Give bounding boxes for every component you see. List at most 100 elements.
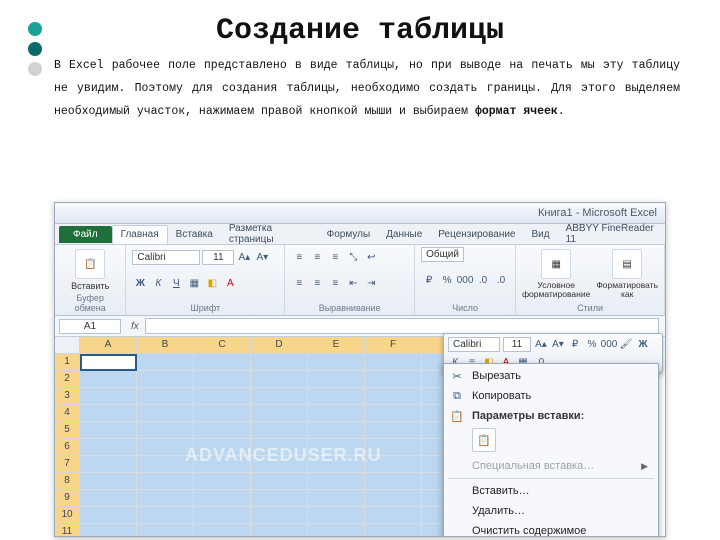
cell[interactable] — [308, 490, 365, 507]
cell[interactable] — [137, 354, 194, 371]
cell[interactable] — [308, 354, 365, 371]
name-box[interactable]: A1 — [59, 319, 121, 334]
cell[interactable] — [365, 507, 422, 524]
grow-font-icon[interactable]: A▴ — [236, 249, 252, 265]
cell[interactable] — [251, 473, 308, 490]
align-top-icon[interactable]: ≡ — [291, 249, 307, 265]
row-header[interactable]: 2 — [55, 371, 80, 388]
fontcolor-icon[interactable]: A — [222, 275, 238, 291]
cell[interactable] — [308, 388, 365, 405]
mini-bold-icon[interactable]: Ж — [636, 338, 650, 352]
mini-currency-icon[interactable]: ₽ — [568, 338, 582, 352]
col-E[interactable]: E — [308, 337, 365, 354]
align-bot-icon[interactable]: ≡ — [327, 249, 343, 265]
cell[interactable] — [80, 456, 137, 473]
align-left-icon[interactable]: ≡ — [291, 275, 307, 291]
cell[interactable] — [365, 354, 422, 371]
number-format-select[interactable]: Общий — [421, 247, 464, 262]
cell[interactable] — [194, 371, 251, 388]
cell[interactable] — [194, 473, 251, 490]
tab-home[interactable]: Главная — [112, 225, 168, 244]
mini-font-name[interactable]: Calibri — [448, 337, 500, 352]
cell[interactable] — [194, 507, 251, 524]
font-name-select[interactable]: Calibri — [132, 250, 200, 265]
cell[interactable] — [308, 405, 365, 422]
cell[interactable] — [365, 473, 422, 490]
wrap-icon[interactable]: ↩ — [363, 249, 379, 265]
cell[interactable] — [137, 439, 194, 456]
cell[interactable] — [137, 371, 194, 388]
underline-icon[interactable]: Ч — [168, 275, 184, 291]
cell[interactable] — [137, 456, 194, 473]
indent-inc-icon[interactable]: ⇥ — [363, 275, 379, 291]
cell[interactable] — [80, 524, 137, 537]
cell[interactable] — [308, 524, 365, 537]
align-center-icon[interactable]: ≡ — [309, 275, 325, 291]
cell[interactable] — [80, 473, 137, 490]
cell[interactable] — [365, 490, 422, 507]
currency-icon[interactable]: ₽ — [421, 273, 437, 289]
row-header[interactable]: 11 — [55, 524, 80, 537]
cell[interactable] — [137, 388, 194, 405]
formula-input[interactable] — [145, 318, 659, 334]
tab-formulas[interactable]: Формулы — [319, 226, 379, 243]
col-A[interactable]: A — [80, 337, 137, 354]
cell[interactable] — [194, 354, 251, 371]
cell[interactable] — [308, 507, 365, 524]
row-header[interactable]: 6 — [55, 439, 80, 456]
cell[interactable] — [251, 354, 308, 371]
cell[interactable] — [80, 422, 137, 439]
cell[interactable] — [194, 439, 251, 456]
cell[interactable] — [308, 456, 365, 473]
paste-icon[interactable]: 📋 — [75, 249, 105, 279]
cell[interactable] — [137, 507, 194, 524]
italic-icon[interactable]: К — [150, 275, 166, 291]
cell[interactable] — [137, 524, 194, 537]
ctx-cut[interactable]: Вырезать — [444, 366, 658, 386]
cell[interactable] — [251, 524, 308, 537]
paste-opt-1[interactable]: 📋 — [472, 428, 496, 452]
orientation-icon[interactable]: ⤡ — [345, 249, 361, 265]
cell[interactable] — [137, 473, 194, 490]
cell[interactable] — [137, 405, 194, 422]
row-header[interactable]: 8 — [55, 473, 80, 490]
col-D[interactable]: D — [251, 337, 308, 354]
format-table-icon[interactable]: ▤ — [612, 249, 642, 279]
cell[interactable] — [194, 405, 251, 422]
cell[interactable] — [365, 405, 422, 422]
cell[interactable] — [137, 422, 194, 439]
cell[interactable] — [365, 388, 422, 405]
tab-data[interactable]: Данные — [378, 226, 430, 243]
cell[interactable] — [80, 388, 137, 405]
cell[interactable] — [365, 456, 422, 473]
ctx-copy[interactable]: Копировать — [444, 386, 658, 406]
cell[interactable] — [194, 456, 251, 473]
row-header[interactable]: 7 — [55, 456, 80, 473]
cell[interactable] — [251, 456, 308, 473]
cell[interactable] — [251, 507, 308, 524]
tab-insert[interactable]: Вставка — [168, 226, 221, 243]
ctx-delete[interactable]: Удалить… — [444, 501, 658, 521]
file-tab[interactable]: Файл — [59, 226, 112, 243]
cell[interactable] — [194, 490, 251, 507]
row-header[interactable]: 1 — [55, 354, 80, 371]
cell[interactable] — [365, 422, 422, 439]
col-C[interactable]: C — [194, 337, 251, 354]
col-F[interactable]: F — [365, 337, 422, 354]
align-right-icon[interactable]: ≡ — [327, 275, 343, 291]
col-B[interactable]: B — [137, 337, 194, 354]
cell[interactable] — [308, 422, 365, 439]
mini-paint-icon[interactable]: 🖌 — [619, 338, 633, 352]
tab-pagelayout[interactable]: Разметка страницы — [221, 220, 319, 248]
tab-abbyy[interactable]: ABBYY FineReader 11 — [558, 220, 665, 248]
cell[interactable] — [80, 354, 137, 371]
percent-icon[interactable]: % — [439, 273, 455, 289]
comma-icon[interactable]: 000 — [457, 273, 473, 289]
mini-grow-icon[interactable]: A▴ — [534, 338, 548, 352]
cell[interactable] — [251, 388, 308, 405]
mini-shrink-icon[interactable]: A▾ — [551, 338, 565, 352]
mini-comma-icon[interactable]: 000 — [602, 338, 616, 352]
cell[interactable] — [137, 490, 194, 507]
cell[interactable] — [80, 439, 137, 456]
shrink-font-icon[interactable]: A▾ — [254, 249, 270, 265]
